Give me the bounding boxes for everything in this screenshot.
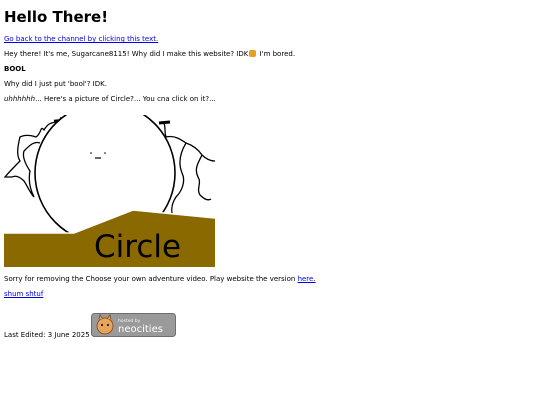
last-edited: Last Edited: 3 June 2025 (4, 331, 90, 339)
cat-left-eye (100, 323, 104, 327)
shum-shtuf-link[interactable]: shum shtuf (4, 290, 43, 298)
circle-caption-rest: ... Here's a picture of Circle?... You c… (35, 95, 216, 103)
bool-heading: BOOL (4, 65, 26, 73)
intro-text: Hey there! It's me, Sugarcane8115! Why d… (4, 50, 295, 58)
play-version-link[interactable]: here. (298, 275, 316, 283)
intro-text-end: I'm bored. (257, 50, 296, 58)
cat-logo-icon (96, 317, 114, 335)
left-eye-icon (90, 152, 92, 154)
cat-right-eye (106, 323, 110, 327)
back-link-line: Go back to the channel by clicking this … (4, 35, 158, 43)
back-to-channel-link[interactable]: Go back to the channel by clicking this … (4, 35, 158, 43)
notice-body: Sorry for removing the Choose your own a… (4, 275, 298, 283)
circle-caption-um: uhhhhhh (4, 95, 36, 103)
page-title: Hello There! (4, 8, 109, 26)
extra-link-line: shum shtuf (4, 290, 43, 298)
badge-neocities: neocities (118, 324, 163, 335)
notice-text: Sorry for removing the Choose your own a… (4, 275, 316, 283)
neocities-badge[interactable]: hosted by neocities (91, 313, 176, 337)
intro-text-start: Hey there! It's me, Sugarcane8115! Why d… (4, 50, 249, 58)
bool-question: Why did I just put 'bool'? IDK. (4, 80, 107, 88)
circle-picture[interactable]: Circle (4, 115, 215, 267)
shrug-emoji-icon (249, 50, 257, 57)
circle-image-label: Circle (94, 229, 181, 265)
circle-caption: uhhhhhh... Here's a picture of Circle?..… (4, 95, 216, 103)
right-hand-mark (158, 120, 171, 125)
right-eye-icon (104, 152, 106, 154)
